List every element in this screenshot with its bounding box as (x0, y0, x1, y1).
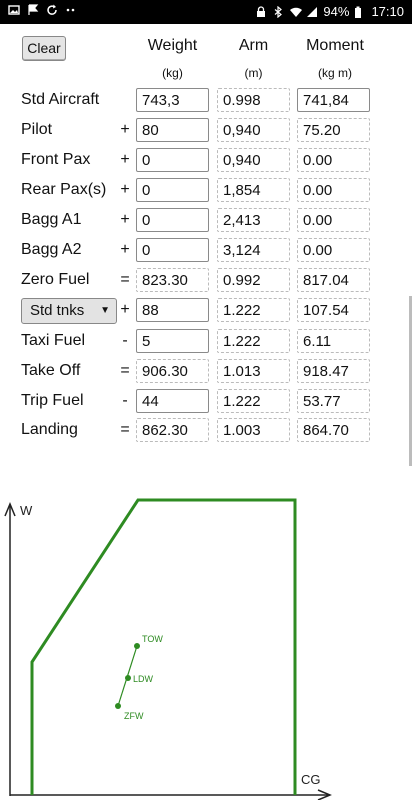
rear-pax-weight-input[interactable]: 0 (136, 178, 209, 202)
bagg-a1-arm-value: 2,413 (217, 208, 290, 232)
pilot-moment-value: 75.20 (297, 118, 370, 142)
pilot-weight-input[interactable]: 80 (136, 118, 209, 142)
row-label-pilot: Pilot (21, 121, 53, 138)
std-aircraft-arm-value: 0.998 (217, 88, 290, 112)
zfw-label: ZFW (124, 711, 144, 721)
landing-arm-value: 1.003 (217, 418, 290, 442)
weight-column-header: Weight (147, 37, 198, 54)
envelope-boundary (30, 498, 297, 795)
zero-fuel-moment-value: 817.04 (297, 268, 370, 292)
fuel-moment-value: 107.54 (297, 298, 370, 322)
clear-button[interactable]: Clear (22, 36, 66, 61)
bluetooth-icon (272, 5, 284, 18)
fuel-tank-select-value: Std tnks (30, 302, 85, 319)
ldw-point (125, 675, 131, 681)
trip-fuel-arm-value: 1.222 (217, 389, 290, 413)
row-label-landing: Landing (21, 421, 78, 438)
trip-fuel-weight-input[interactable]: 44 (136, 389, 209, 413)
bagg-a1-operator: + (120, 211, 130, 228)
wifi-icon (289, 6, 303, 18)
x-axis-label: CG (301, 772, 321, 787)
take-off-arm-value: 1.013 (217, 359, 290, 383)
pilot-arm-value: 0,940 (217, 118, 290, 142)
moment-unit: (kg m) (318, 66, 352, 80)
cg-envelope-chart: W CG TOW LDW ZFW (4, 498, 332, 800)
fuel-operator: + (120, 301, 130, 318)
landing-weight-value: 862.30 (136, 418, 209, 442)
ldw-label: LDW (133, 674, 154, 684)
taxi-fuel-arm-value: 1.222 (217, 329, 290, 353)
image-icon (8, 4, 20, 16)
take-off-operator: = (120, 362, 130, 379)
rear-pax-moment-value: 0.00 (297, 178, 370, 202)
std-aircraft-weight-input[interactable]: 743,3 (136, 88, 209, 112)
rear-pax-arm-value: 1,854 (217, 178, 290, 202)
tow-point (134, 643, 140, 649)
taxi-fuel-moment-value: 6.11 (297, 329, 370, 353)
dropdown-arrow-icon: ▼ (100, 305, 110, 316)
row-label-bagg-a1: Bagg A1 (21, 211, 82, 228)
fuel-tank-select[interactable]: Std tnks ▼ (21, 298, 117, 324)
row-label-take-off: Take Off (21, 362, 81, 379)
zero-fuel-arm-value: 0.992 (217, 268, 290, 292)
row-label-bagg-a2: Bagg A2 (21, 241, 82, 258)
bagg-a2-weight-input[interactable]: 0 (136, 238, 209, 262)
front-pax-moment-value: 0.00 (297, 148, 370, 172)
row-label-taxi-fuel: Taxi Fuel (21, 332, 86, 349)
take-off-moment-value: 918.47 (297, 359, 370, 383)
fuel-weight-input[interactable]: 88 (136, 298, 209, 322)
bagg-a2-operator: + (120, 241, 130, 258)
zero-fuel-operator: = (120, 271, 130, 288)
row-label-trip-fuel: Trip Fuel (21, 392, 84, 409)
more-dots-icon (65, 4, 77, 16)
bagg-a1-moment-value: 0.00 (297, 208, 370, 232)
rear-pax-operator: + (120, 181, 130, 198)
row-label-rear-pax: Rear Pax(s) (21, 181, 107, 198)
bagg-a2-moment-value: 0.00 (297, 238, 370, 262)
zfw-point (115, 703, 121, 709)
row-label-zero-fuel: Zero Fuel (21, 271, 90, 288)
signal-icon (306, 6, 318, 18)
landing-operator: = (120, 421, 130, 438)
fuel-arm-value: 1.222 (217, 298, 290, 322)
zero-fuel-weight-value: 823.30 (136, 268, 209, 292)
take-off-weight-value: 906.30 (136, 359, 209, 383)
row-label-front-pax: Front Pax (21, 151, 91, 168)
pilot-operator: + (120, 121, 130, 138)
arm-unit: (m) (244, 66, 263, 80)
taxi-fuel-operator: - (122, 332, 128, 349)
row-label-std-aircraft: Std Aircraft (21, 91, 100, 108)
status-bar: 94% 17:10 (0, 0, 412, 24)
std-aircraft-moment-input[interactable]: 741,84 (297, 88, 370, 112)
bagg-a2-arm-value: 3,124 (217, 238, 290, 262)
moment-column-header: Moment (306, 37, 364, 54)
bagg-a1-weight-input[interactable]: 0 (136, 208, 209, 232)
battery-percent: 94% (323, 4, 350, 19)
front-pax-operator: + (120, 151, 130, 168)
y-axis-label: W (20, 503, 33, 518)
sync-icon (46, 4, 58, 16)
front-pax-weight-input[interactable]: 0 (136, 148, 209, 172)
trip-fuel-operator: - (122, 392, 128, 409)
taxi-fuel-weight-input[interactable]: 5 (136, 329, 209, 353)
clock: 17:10 (371, 4, 404, 19)
lock-icon (255, 5, 267, 18)
landing-moment-value: 864.70 (297, 418, 370, 442)
battery-icon (354, 6, 366, 18)
front-pax-arm-value: 0,940 (217, 148, 290, 172)
arm-column-header: Arm (238, 37, 269, 54)
trip-fuel-moment-value: 53.77 (297, 389, 370, 413)
flag-icon (27, 4, 39, 16)
weight-unit: (kg) (162, 66, 183, 80)
tow-label: TOW (142, 634, 163, 644)
